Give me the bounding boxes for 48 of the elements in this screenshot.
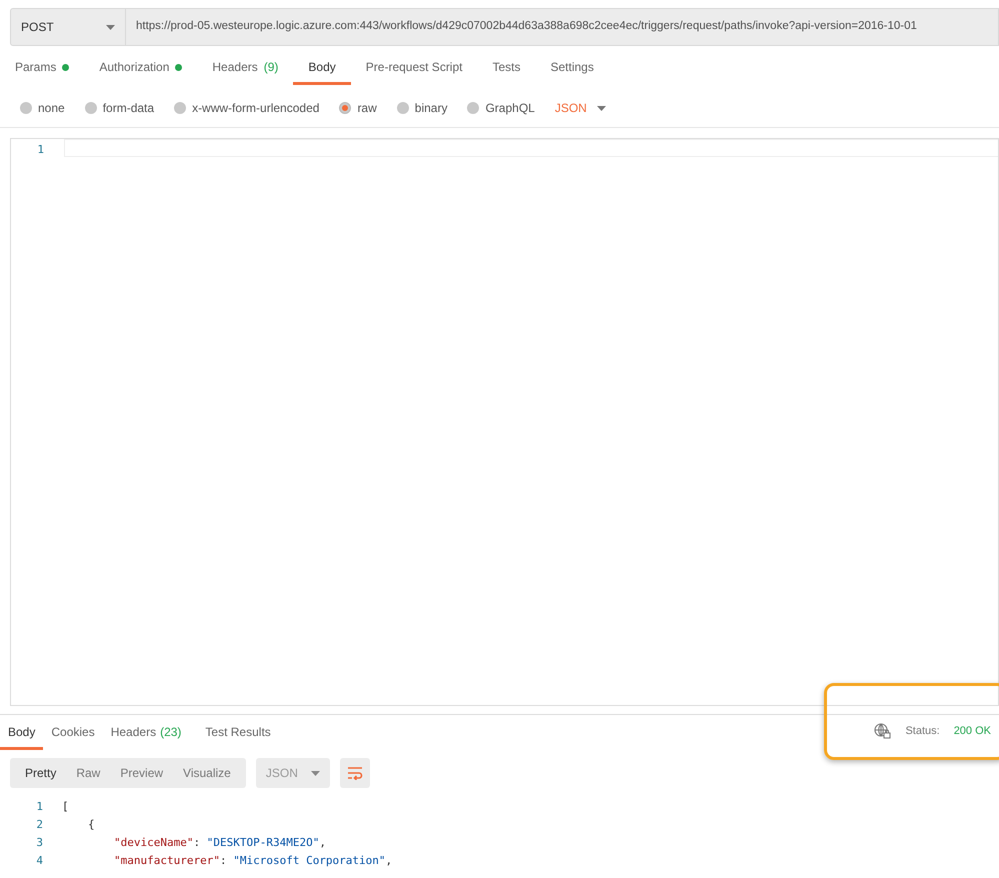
radio-button[interactable] <box>174 102 186 114</box>
line-number: 1 <box>35 799 43 815</box>
response-tab[interactable]: Test Results <box>197 715 279 750</box>
wrap-lines-button[interactable] <box>340 758 370 788</box>
radio-label: none <box>38 100 65 117</box>
code-line: { <box>87 817 95 833</box>
line-number: 2 <box>35 817 43 833</box>
response-tab[interactable]: Cookies <box>43 715 103 750</box>
globe-lock-icon[interactable] <box>874 723 892 740</box>
radio-label: GraphQL <box>485 100 535 117</box>
radio-button[interactable] <box>20 102 32 114</box>
line-number: 1 <box>36 142 44 158</box>
line-number: 4 <box>35 853 43 869</box>
radio-button[interactable] <box>396 102 409 114</box>
body-format-dropdown[interactable]: JSON <box>554 99 606 117</box>
status-value: 200 OK <box>954 724 991 739</box>
request-tab[interactable]: Pre-request Script <box>350 58 478 85</box>
radio-label: raw <box>357 100 377 117</box>
request-tab[interactable]: Params <box>15 58 84 85</box>
radio-label: form-data <box>102 100 154 117</box>
view-mode-tab[interactable]: Preview <box>110 764 174 782</box>
wrap-icon <box>346 766 363 780</box>
line-number: 3 <box>35 835 43 851</box>
request-tab[interactable]: Headers (9) <box>197 58 294 85</box>
radio-label: x-www-form-urlencoded <box>192 100 320 117</box>
radio-button[interactable] <box>339 102 352 114</box>
request-tab[interactable]: Authorization <box>84 58 198 85</box>
response-tab[interactable]: Body <box>0 715 44 750</box>
caret-icon <box>596 106 606 110</box>
code-line: "manufacturerer": "Microsoft Corporation", <box>113 853 392 869</box>
radio-button[interactable] <box>84 102 97 114</box>
view-mode-tab[interactable]: Pretty <box>15 764 66 782</box>
radio-label: binary <box>414 100 448 117</box>
code-line: [ <box>62 799 69 815</box>
status-label: Status: <box>905 724 940 739</box>
caret-icon <box>310 770 320 776</box>
code-line: "deviceName": "DESKTOP-R34ME2O", <box>113 835 326 851</box>
radio-button[interactable] <box>467 102 480 114</box>
request-tab[interactable]: Tests <box>477 58 536 85</box>
view-mode-tab[interactable]: Raw <box>66 764 110 782</box>
url-field[interactable]: https://prod-05.westeurope.logic.azure.com:443/workflows/d429c07002b44d63a388a698c2cee4ec/triggers/request/paths/invoke?api-version=2016-10-01 <box>126 8 999 46</box>
request-tab[interactable]: Body <box>293 58 351 85</box>
method-dropdown[interactable]: POST <box>10 8 126 46</box>
view-mode-tab[interactable]: Visualize <box>173 764 241 782</box>
body-editor[interactable]: 1 <box>10 138 999 706</box>
caret-icon <box>106 24 115 30</box>
request-tab[interactable]: Settings <box>536 58 609 85</box>
response-tab[interactable]: Headers (23) <box>102 715 190 750</box>
